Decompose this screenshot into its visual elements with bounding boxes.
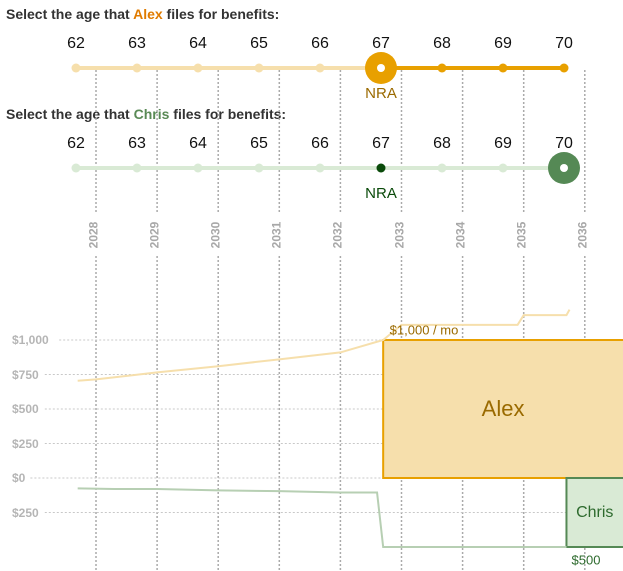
alex-age-stop-70[interactable] xyxy=(559,63,569,73)
chris-series-line xyxy=(77,487,567,548)
alex-age-stop-65[interactable] xyxy=(254,63,264,73)
chris-value-label: $500 xyxy=(571,552,601,568)
chris-age-stop-63[interactable] xyxy=(132,163,142,173)
alex-age-stop-66[interactable] xyxy=(315,63,325,73)
chris-age-stop-65[interactable] xyxy=(254,163,264,173)
alex-age-stop-64[interactable] xyxy=(193,63,203,73)
alex-age-stop-62[interactable] xyxy=(71,63,81,73)
chris-age-stop-62[interactable] xyxy=(71,163,81,173)
alex-handle-dot xyxy=(377,64,385,72)
alex-age-stop-63[interactable] xyxy=(132,63,142,73)
chris-age-stop-66[interactable] xyxy=(315,163,325,173)
alex-value-label: $1,000 / mo xyxy=(389,322,459,338)
chris-nra-marker[interactable] xyxy=(376,163,386,173)
benefits-chart xyxy=(30,52,623,571)
chris-age-stop-64[interactable] xyxy=(193,163,203,173)
alex-box-label: Alex xyxy=(481,396,525,421)
chris-age-stop-68[interactable] xyxy=(437,163,447,173)
chris-age-stop-69[interactable] xyxy=(498,163,508,173)
alex-age-stop-68[interactable] xyxy=(437,63,447,73)
chris-box-label: Chris xyxy=(576,503,614,521)
alex-age-stop-69[interactable] xyxy=(498,63,508,73)
chris-handle-dot xyxy=(560,164,568,172)
